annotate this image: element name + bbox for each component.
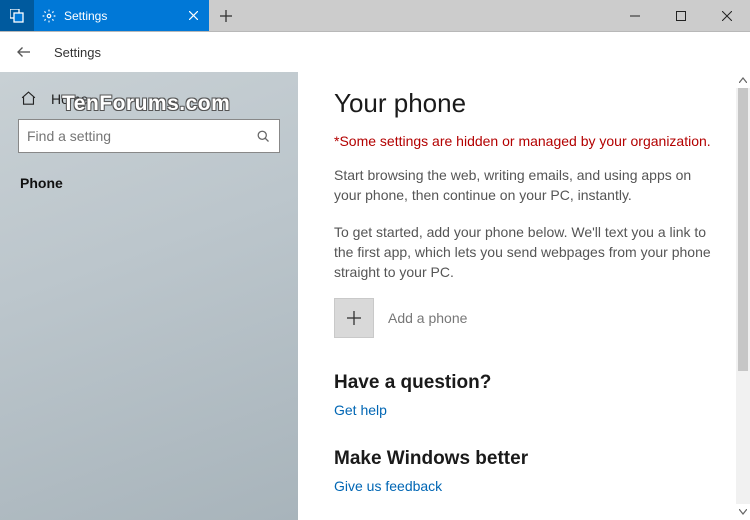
sidebar: Home TenForums.com Phone [0,72,298,520]
back-button[interactable] [14,42,34,62]
description-1: Start browsing the web, writing emails, … [334,165,714,206]
tab-close-button[interactable] [185,8,201,24]
body: Home TenForums.com Phone Your phone *Som… [0,72,750,520]
sidebar-item-phone[interactable]: Phone [18,171,280,195]
search-input[interactable] [27,128,248,144]
org-warning: *Some settings are hidden or managed by … [334,133,714,149]
titlebar-left: Settings [0,0,243,31]
add-phone-row: Add a phone [334,298,714,338]
get-help-link[interactable]: Get help [334,402,387,418]
close-window-button[interactable] [704,0,750,31]
description-2: To get started, add your phone below. We… [334,222,714,283]
add-phone-button[interactable] [334,298,374,338]
minimize-button[interactable] [612,0,658,31]
tab-settings[interactable]: Settings [34,0,209,31]
content: Your phone *Some settings are hidden or … [298,72,750,520]
subheader: Settings [0,32,750,72]
scroll-up-arrow-icon[interactable] [736,72,750,88]
feedback-heading: Make Windows better [334,448,714,470]
titlebar-drag-area[interactable] [243,0,612,31]
scroll-down-arrow-icon[interactable] [736,504,750,520]
page-title: Your phone [334,88,714,119]
tab-title: Settings [64,9,107,23]
question-heading: Have a question? [334,372,714,394]
sidebar-home-label: Home [51,91,88,107]
home-icon [20,90,37,107]
sidebar-item-label: Phone [20,175,63,191]
scroll-track[interactable] [736,88,750,504]
subheader-title: Settings [54,45,101,60]
gear-icon [42,9,56,23]
search-box[interactable] [18,119,280,153]
sidebar-home[interactable]: Home [18,84,280,119]
window-controls [612,0,750,31]
titlebar: Settings [0,0,750,32]
vertical-scrollbar[interactable] [736,72,750,520]
maximize-button[interactable] [658,0,704,31]
search-icon [256,129,271,144]
scroll-thumb[interactable] [738,88,748,371]
add-phone-label: Add a phone [388,310,467,326]
multitask-icon[interactable] [0,0,34,31]
new-tab-button[interactable] [209,0,243,31]
feedback-link[interactable]: Give us feedback [334,478,442,494]
